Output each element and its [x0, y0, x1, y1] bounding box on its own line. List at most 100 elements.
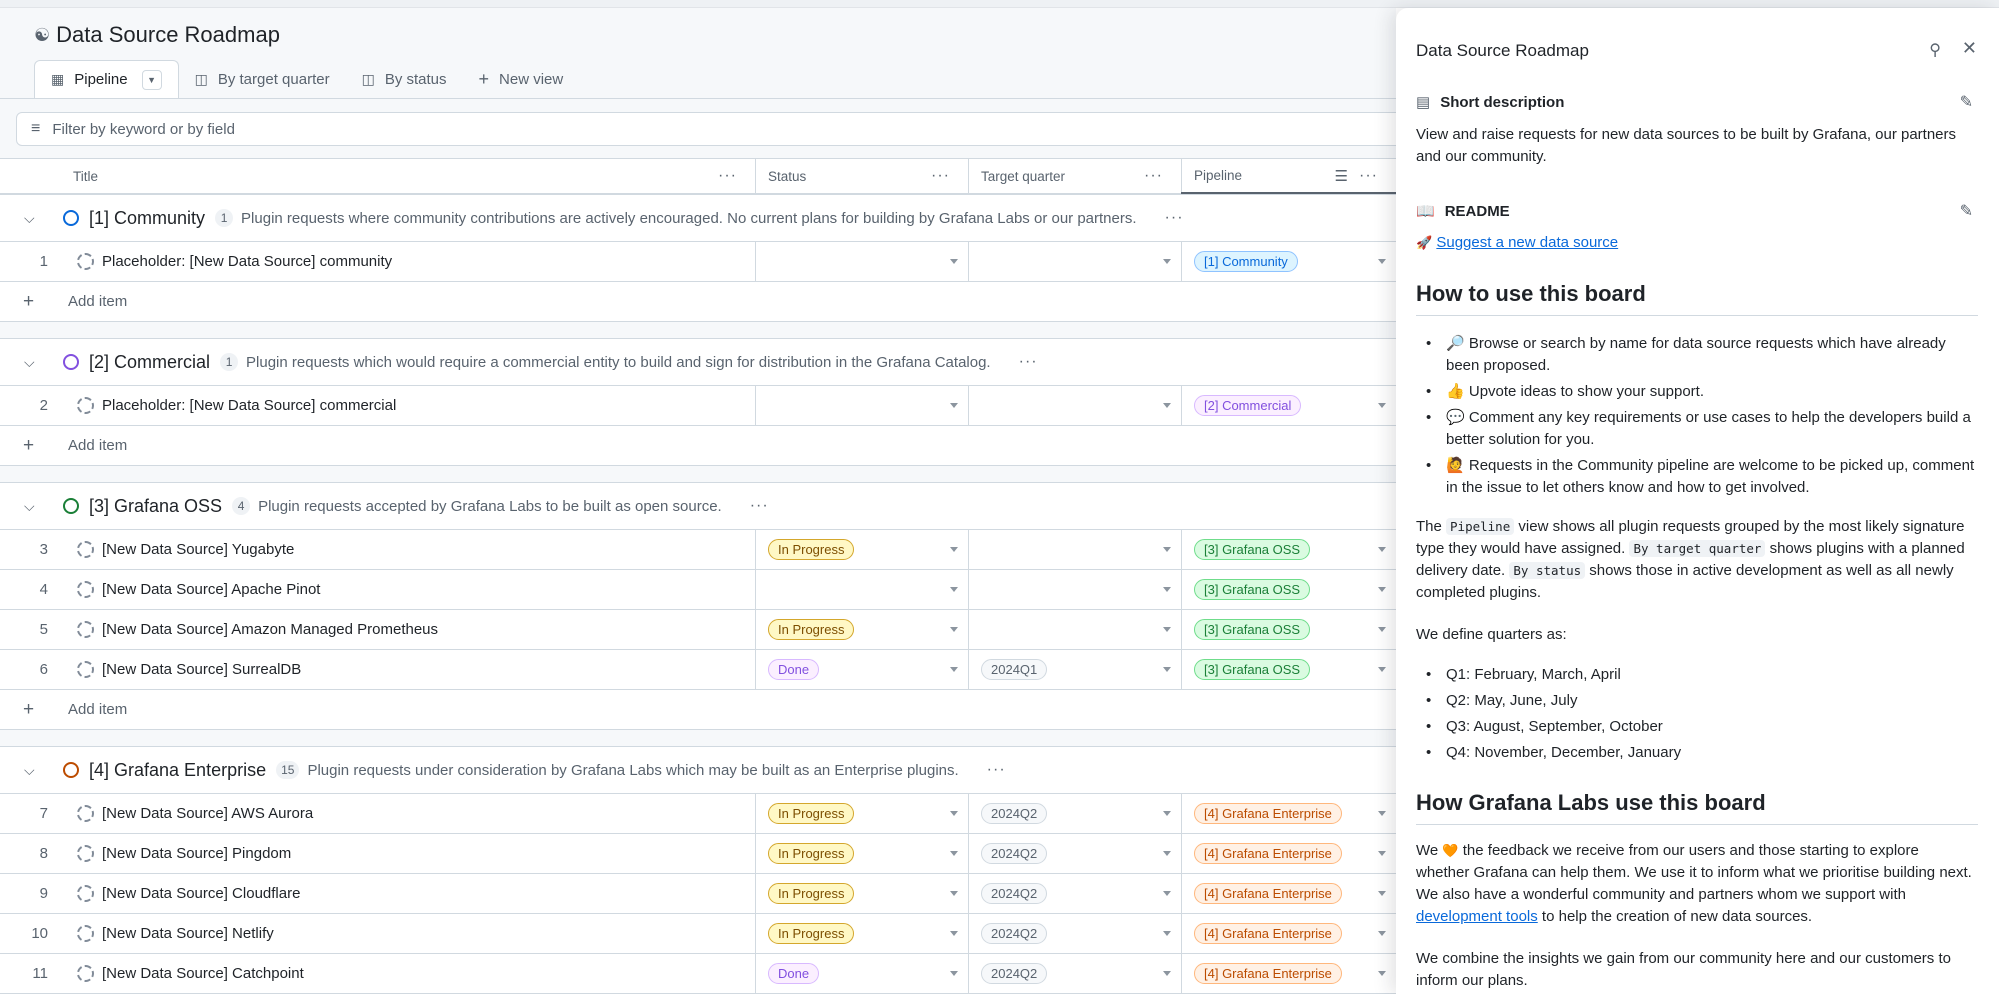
- item-title[interactable]: [New Data Source] SurrealDB: [102, 661, 301, 678]
- chevron-down-icon[interactable]: [1163, 971, 1171, 976]
- pipeline-badge[interactable]: [4] Grafana Enterprise: [1194, 803, 1342, 824]
- table-row[interactable]: 4 [New Data Source] Apache Pinot [3] Grafa…: [0, 570, 1396, 610]
- chevron-down-icon[interactable]: ⌵: [24, 354, 35, 371]
- group-by-icon[interactable]: ☰: [1335, 167, 1348, 185]
- development-tools-link[interactable]: development tools: [1416, 908, 1538, 925]
- chevron-down-icon[interactable]: [1163, 403, 1171, 408]
- view-options-chevron-down-icon[interactable]: ▼: [141, 69, 162, 90]
- table-row[interactable]: 9 [New Data Source] Cloudflare In Progress…: [0, 874, 1396, 914]
- chevron-down-icon[interactable]: [950, 587, 958, 592]
- item-title[interactable]: [New Data Source] Catchpoint: [102, 965, 304, 982]
- tab-by-target-quarter[interactable]: ◫ By target quarter: [179, 60, 346, 98]
- pipeline-cell[interactable]: [4] Grafana Enterprise: [1181, 874, 1396, 913]
- quarter-cell[interactable]: [968, 610, 1181, 649]
- chevron-down-icon[interactable]: [1378, 547, 1386, 552]
- edit-readme-pencil-icon[interactable]: ✎: [1960, 201, 1973, 221]
- pipeline-cell[interactable]: [4] Grafana Enterprise: [1181, 834, 1396, 873]
- quarter-cell[interactable]: [968, 242, 1181, 281]
- pipeline-cell[interactable]: [4] Grafana Enterprise: [1181, 954, 1396, 993]
- quarter-badge[interactable]: 2024Q2: [981, 843, 1048, 864]
- table-row[interactable]: 8 [New Data Source] Pingdom In Progress 202…: [0, 834, 1396, 874]
- status-cell[interactable]: In Progress: [755, 914, 968, 953]
- column-header-target-quarter[interactable]: Target quarter ···: [968, 159, 1181, 194]
- item-title[interactable]: [New Data Source] Apache Pinot: [102, 581, 320, 598]
- status-cell[interactable]: Done: [755, 954, 968, 993]
- chevron-down-icon[interactable]: [950, 971, 958, 976]
- pipeline-cell[interactable]: [3] Grafana OSS: [1181, 610, 1396, 649]
- table-row[interactable]: 2 Placeholder: [New Data Source] commerci…: [0, 386, 1396, 426]
- status-badge[interactable]: In Progress: [768, 843, 855, 864]
- pipeline-cell[interactable]: [3] Grafana OSS: [1181, 650, 1396, 689]
- table-row[interactable]: 7 [New Data Source] AWS Aurora In Progress…: [0, 794, 1396, 834]
- column-header-status[interactable]: Status ···: [755, 159, 968, 194]
- pipeline-badge[interactable]: [3] Grafana OSS: [1194, 619, 1311, 640]
- chevron-down-icon[interactable]: [1163, 851, 1171, 856]
- chevron-down-icon[interactable]: [1163, 587, 1171, 592]
- quarter-badge[interactable]: 2024Q2: [981, 963, 1048, 984]
- table-row[interactable]: 6 [New Data Source] SurrealDB Done 2024Q1 [3…: [0, 650, 1396, 690]
- tab-pipeline[interactable]: ▦ Pipeline ▼: [34, 59, 179, 99]
- column-menu-icon[interactable]: ···: [1144, 167, 1163, 185]
- status-cell[interactable]: In Progress: [755, 794, 968, 833]
- table-row[interactable]: 5 [New Data Source] Amazon Managed Promet…: [0, 610, 1396, 650]
- status-badge[interactable]: In Progress: [768, 619, 855, 640]
- item-title[interactable]: [New Data Source] Yugabyte: [102, 541, 294, 558]
- chevron-down-icon[interactable]: [1378, 587, 1386, 592]
- quarter-cell[interactable]: [968, 530, 1181, 569]
- status-cell[interactable]: In Progress: [755, 530, 968, 569]
- chevron-down-icon[interactable]: [1378, 891, 1386, 896]
- suggest-data-source-link[interactable]: Suggest a new data source: [1436, 234, 1618, 251]
- tab-by-status[interactable]: ◫ By status: [346, 60, 463, 98]
- chevron-down-icon[interactable]: [1378, 627, 1386, 632]
- group-menu-icon[interactable]: ···: [1019, 353, 1038, 371]
- quarter-cell[interactable]: [968, 570, 1181, 609]
- quarter-cell[interactable]: 2024Q2: [968, 914, 1181, 953]
- table-row[interactable]: 11 [New Data Source] Catchpoint Done 2024Q2…: [0, 954, 1396, 994]
- chevron-down-icon[interactable]: [1378, 851, 1386, 856]
- quarter-badge[interactable]: 2024Q1: [981, 659, 1048, 680]
- chevron-down-icon[interactable]: [1378, 931, 1386, 936]
- chevron-down-icon[interactable]: [1163, 627, 1171, 632]
- pipeline-badge[interactable]: [2] Commercial: [1194, 395, 1302, 416]
- status-cell[interactable]: In Progress: [755, 834, 968, 873]
- item-title[interactable]: Placeholder: [New Data Source] commercia…: [102, 397, 396, 414]
- chevron-down-icon[interactable]: [950, 811, 958, 816]
- status-cell[interactable]: Done: [755, 650, 968, 689]
- chevron-down-icon[interactable]: [950, 627, 958, 632]
- group-menu-icon[interactable]: ···: [1165, 209, 1184, 227]
- status-badge[interactable]: In Progress: [768, 883, 855, 904]
- pipeline-cell[interactable]: [3] Grafana OSS: [1181, 570, 1396, 609]
- chevron-down-icon[interactable]: [1163, 259, 1171, 264]
- status-badge[interactable]: Done: [768, 659, 820, 680]
- chevron-down-icon[interactable]: [1378, 971, 1386, 976]
- pipeline-cell[interactable]: [1] Community: [1181, 242, 1396, 281]
- item-title[interactable]: [New Data Source] Netlify: [102, 925, 274, 942]
- status-cell[interactable]: [755, 242, 968, 281]
- item-title[interactable]: [New Data Source] Pingdom: [102, 845, 291, 862]
- column-menu-icon[interactable]: ···: [718, 167, 737, 185]
- chevron-down-icon[interactable]: [1163, 667, 1171, 672]
- chevron-down-icon[interactable]: [950, 547, 958, 552]
- chevron-down-icon[interactable]: [1163, 891, 1171, 896]
- chevron-down-icon[interactable]: ⌵: [24, 498, 35, 515]
- pin-icon[interactable]: ⚲: [1929, 40, 1941, 60]
- chevron-down-icon[interactable]: [1378, 811, 1386, 816]
- pipeline-badge[interactable]: [3] Grafana OSS: [1194, 579, 1311, 600]
- column-header-title[interactable]: Title ···: [60, 159, 755, 194]
- pipeline-cell[interactable]: [4] Grafana Enterprise: [1181, 914, 1396, 953]
- quarter-cell[interactable]: [968, 386, 1181, 425]
- pipeline-badge[interactable]: [3] Grafana OSS: [1194, 659, 1311, 680]
- close-icon[interactable]: ✕: [1962, 38, 1977, 59]
- pipeline-cell[interactable]: [3] Grafana OSS: [1181, 530, 1396, 569]
- status-cell[interactable]: [755, 570, 968, 609]
- quarter-badge[interactable]: 2024Q2: [981, 883, 1048, 904]
- chevron-down-icon[interactable]: [1378, 403, 1386, 408]
- new-view-button[interactable]: + New view: [463, 60, 580, 98]
- chevron-down-icon[interactable]: [950, 851, 958, 856]
- filter-input[interactable]: ≡ Filter by keyword or by field: [16, 112, 1396, 146]
- column-menu-icon[interactable]: ···: [1359, 167, 1378, 185]
- chevron-down-icon[interactable]: [1378, 259, 1386, 264]
- add-item-button[interactable]: + Add item: [0, 282, 1396, 322]
- item-title[interactable]: [New Data Source] Amazon Managed Prometh…: [102, 621, 438, 638]
- table-row[interactable]: 1 Placeholder: [New Data Source] communit…: [0, 242, 1396, 282]
